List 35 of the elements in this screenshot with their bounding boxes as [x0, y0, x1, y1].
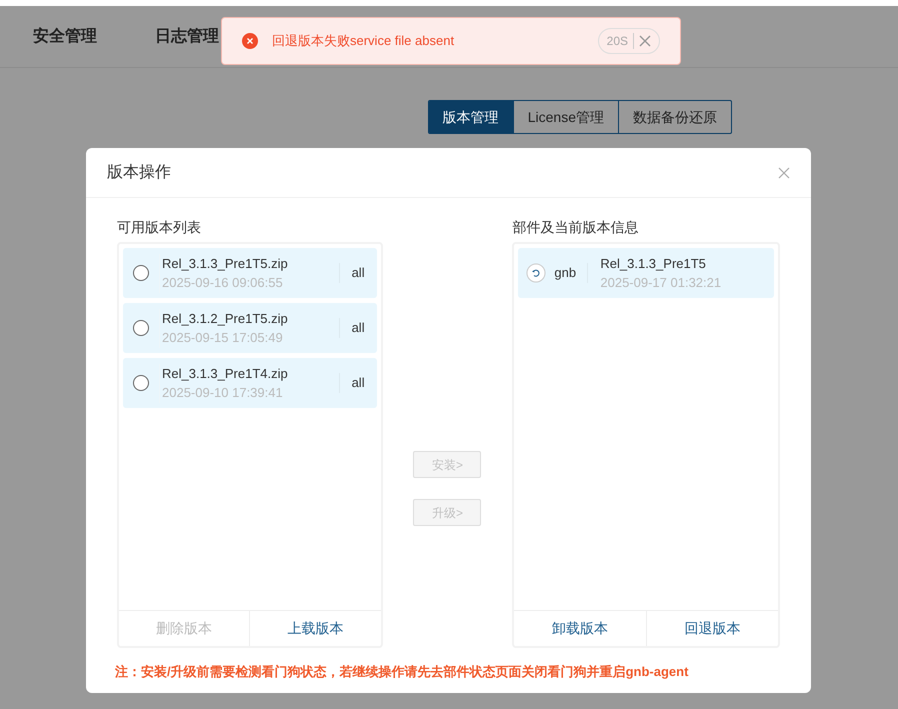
action-button[interactable]: 卸载版本 [514, 611, 646, 646]
tab[interactable]: 版本管理 [428, 101, 513, 133]
version-date: 2025-09-15 17:05:49 [162, 329, 284, 347]
radio-button[interactable] [133, 320, 149, 336]
version-date: 2025-09-16 09:06:55 [162, 274, 284, 292]
error-icon [242, 33, 258, 49]
component-name: gnb [554, 263, 588, 283]
scope-label: all [338, 263, 377, 283]
component-item[interactable]: gnb Rel_3.1.3_Pre1T5 2025-09-17 01:32:21 [518, 248, 774, 298]
warning-note: 注：安装/升级前需要检测看门狗状态，若继续操作请先去部件状态页面关闭看门狗并重启gnb-agent [114, 663, 690, 681]
dialog-title: 版本操作 [107, 162, 171, 182]
scope-label: all [338, 318, 377, 338]
version-name: Rel_3.1.2_Pre1T5.zip [162, 310, 289, 328]
version-name: Rel_3.1.3_Pre1T4.zip [162, 364, 289, 383]
radio-button[interactable] [133, 375, 149, 391]
scope-label: all [338, 373, 377, 393]
action-button[interactable]: 上载版本 [249, 611, 381, 646]
rollback-icon [526, 263, 546, 283]
version-item[interactable]: Rel_3.1.3_Pre1T4.zip 2025-09-10 17:39:41 all [123, 358, 377, 408]
panel-title: 可用版本列表 [117, 218, 202, 237]
action-button[interactable]: 回退版本 [646, 611, 778, 646]
nav-item[interactable]: 安全管理 [33, 24, 97, 48]
countdown: 20S [606, 33, 628, 50]
version-name: Rel_3.1.3_Pre1T5.zip [162, 254, 289, 273]
version-date: 2025-09-10 17:39:41 [162, 384, 284, 402]
nav-item[interactable]: 日志管理 [155, 24, 219, 48]
panel-title: 部件及当前版本信息 [512, 218, 640, 237]
version-date: 2025-09-17 01:32:21 [600, 274, 722, 292]
radio-button[interactable] [133, 265, 149, 281]
toast-message: 回退版本失败service file absent [272, 32, 456, 50]
version-item[interactable]: Rel_3.1.2_Pre1T5.zip 2025-09-15 17:05:49 all [123, 303, 377, 353]
tab[interactable]: License管理 [512, 101, 618, 133]
version-name: Rel_3.1.3_Pre1T5 [600, 254, 707, 273]
tab[interactable]: 数据备份还原 [618, 101, 731, 133]
version-item[interactable]: Rel_3.1.3_Pre1T5.zip 2025-09-16 09:06:55 all [123, 248, 377, 298]
